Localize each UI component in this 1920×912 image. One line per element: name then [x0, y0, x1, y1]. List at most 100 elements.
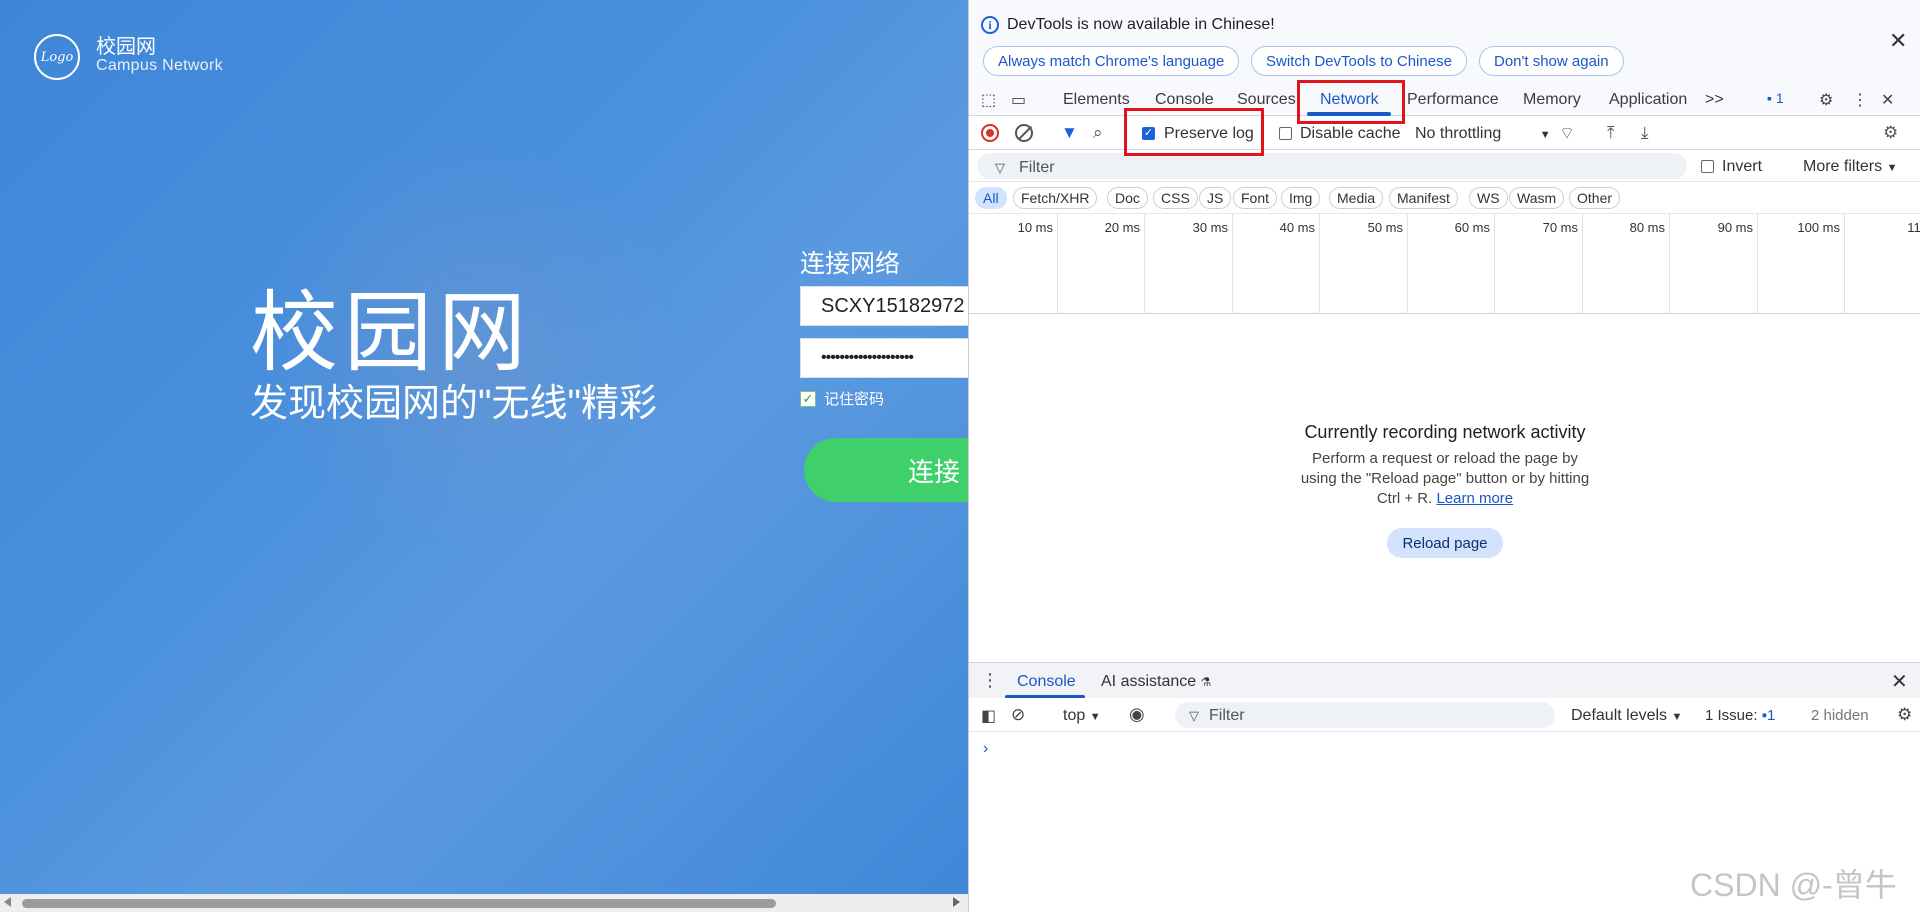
connect-button[interactable]: 连接: [804, 438, 968, 502]
console-prompt-icon[interactable]: ›: [983, 740, 988, 758]
device-toolbar-icon[interactable]: ▭: [1011, 90, 1026, 110]
dont-show-again-button[interactable]: Don't show again: [1479, 46, 1624, 76]
campus-login-page: Logo 校园网 Campus Network 校园网 发现校园网的"无线"精彩…: [0, 0, 968, 912]
type-wasm[interactable]: Wasm: [1509, 187, 1565, 209]
chevron-down-icon: ▼: [1886, 162, 1898, 174]
timeline-gridline: [1407, 214, 1408, 314]
watermark: CSDN @-曾牛: [1690, 867, 1897, 903]
type-other[interactable]: Other: [1569, 187, 1621, 209]
console-issues-count: 1: [1767, 707, 1776, 724]
close-devtools-icon[interactable]: ✕: [1881, 90, 1894, 110]
more-filters-dropdown[interactable]: More filters ▼: [1803, 158, 1897, 176]
clear-icon[interactable]: [1015, 124, 1033, 142]
scroll-right-icon[interactable]: [953, 897, 960, 907]
issues-badge[interactable]: ▪ 1: [1767, 90, 1784, 106]
annotation-box-network-tab: [1297, 80, 1405, 124]
empty-state-line-1: Perform a request or reload the page by: [1312, 450, 1578, 467]
network-settings-icon[interactable]: ⚙: [1883, 123, 1898, 143]
type-doc[interactable]: Doc: [1107, 187, 1148, 209]
console-filter-placeholder: Filter: [1209, 707, 1245, 724]
gear-icon[interactable]: ⚙: [1819, 90, 1833, 110]
network-toolbar: ▼ ⌕ ✓ Preserve log Disable cache No thro…: [969, 116, 1920, 150]
filter-funnel-icon[interactable]: ▼: [1061, 123, 1078, 143]
reload-page-button[interactable]: Reload page: [1387, 528, 1503, 558]
type-manifest[interactable]: Manifest: [1389, 187, 1458, 209]
scroll-left-icon[interactable]: [4, 897, 11, 907]
password-input[interactable]: ••••••••••••••••••••: [800, 338, 968, 378]
record-icon[interactable]: [981, 124, 999, 142]
tab-application[interactable]: Application: [1609, 91, 1687, 109]
scrollbar-thumb[interactable]: [22, 899, 776, 908]
timeline-tick-label: 40 ms: [1279, 220, 1315, 235]
tab-console[interactable]: Console: [1155, 91, 1214, 109]
chevron-down-icon: ▼: [1089, 711, 1101, 723]
filter-input[interactable]: ▽ Filter: [977, 153, 1687, 179]
more-options-icon[interactable]: ⋮: [1852, 90, 1868, 110]
network-timeline-overview[interactable]: 10 ms 20 ms 30 ms 40 ms 50 ms 60 ms 70 ms 80 ms…: [969, 214, 1920, 314]
timeline-tick-label: 30 ms: [1192, 220, 1228, 235]
language-infobar: i DevTools is now available in Chinese! …: [969, 0, 1920, 82]
console-filter-input[interactable]: ▽ Filter: [1175, 702, 1555, 728]
username-input[interactable]: SCXY15182972: [800, 286, 968, 326]
timeline-tick-label: 100 ms: [1797, 220, 1840, 235]
empty-state-line-2: using the "Reload page" button or by hit…: [1300, 470, 1590, 487]
timeline-tick-label: 50 ms: [1367, 220, 1403, 235]
console-settings-icon[interactable]: ⚙: [1897, 705, 1912, 725]
hero-subtitle: 发现校园网的"无线"精彩: [250, 383, 657, 425]
tab-performance[interactable]: Performance: [1407, 91, 1499, 109]
invert-checkbox[interactable]: [1701, 160, 1714, 173]
clear-console-icon[interactable]: ⊘: [1011, 705, 1025, 725]
type-font[interactable]: Font: [1233, 187, 1278, 209]
login-title: 连接网络: [800, 250, 901, 278]
remember-password-label: 记住密码: [824, 391, 885, 408]
screenshot-root: Logo 校园网 Campus Network 校园网 发现校园网的"无线"精彩…: [0, 0, 1920, 912]
inspect-element-icon[interactable]: ⬚: [981, 90, 996, 110]
search-icon[interactable]: ⌕: [1093, 123, 1103, 143]
learn-more-link[interactable]: Learn more: [1436, 490, 1513, 507]
sidebar-toggle-icon[interactable]: ◧: [981, 706, 996, 726]
timeline-tick-label: 10 ms: [1017, 220, 1053, 235]
timeline-gridline: [1144, 214, 1145, 314]
context-selector[interactable]: top ▼: [1063, 707, 1101, 725]
export-har-icon[interactable]: ⤓: [1641, 123, 1649, 143]
close-icon[interactable]: ✕: [1889, 28, 1907, 54]
network-conditions-icon[interactable]: ⌔: [1559, 123, 1575, 144]
throttling-select[interactable]: No throttling ▼: [1415, 125, 1551, 143]
timeline-gridline: [1057, 214, 1058, 314]
drawer-menu-icon[interactable]: ⋮: [981, 670, 999, 691]
log-levels-dropdown[interactable]: Default levels ▼: [1571, 707, 1682, 725]
drawer-tab-console[interactable]: Console: [1017, 673, 1076, 691]
issues-badge-count: 1: [1775, 90, 1784, 106]
filter-icon: ▽: [995, 160, 1005, 175]
type-img[interactable]: Img: [1281, 187, 1321, 209]
remember-password-checkbox[interactable]: ✓ 记住密码: [800, 388, 884, 409]
hero-title: 校园网: [250, 283, 533, 382]
context-value: top: [1063, 707, 1086, 724]
type-ws[interactable]: WS: [1469, 187, 1508, 209]
eye-icon[interactable]: ◉: [1129, 704, 1145, 725]
match-language-button[interactable]: Always match Chrome's language: [983, 46, 1240, 76]
console-toolbar: ◧ ⊘ top ▼ ◉ ▽ Filter Default levels ▼ 1 …: [969, 698, 1920, 732]
console-issues-button[interactable]: 1 Issue: ▪1: [1705, 707, 1775, 724]
tab-memory[interactable]: Memory: [1523, 91, 1581, 109]
disable-cache-checkbox[interactable]: [1279, 127, 1292, 140]
type-js[interactable]: JS: [1199, 187, 1232, 209]
drawer-tab-ai-assistance[interactable]: AI assistance ⚗: [1101, 673, 1211, 691]
type-css[interactable]: CSS: [1153, 187, 1198, 209]
tab-sources[interactable]: Sources: [1237, 91, 1296, 109]
switch-to-chinese-button[interactable]: Switch DevTools to Chinese: [1251, 46, 1467, 76]
resource-type-filter: All Fetch/XHR Doc CSS JS Font Img Media …: [969, 182, 1920, 214]
more-tabs-icon[interactable]: >>: [1705, 91, 1724, 109]
timeline-tick-label: 20 ms: [1104, 220, 1140, 235]
horizontal-scrollbar[interactable]: [0, 894, 968, 912]
type-fetch-xhr[interactable]: Fetch/XHR: [1013, 187, 1098, 209]
close-drawer-icon[interactable]: ✕: [1891, 669, 1908, 694]
type-media[interactable]: Media: [1329, 187, 1384, 209]
tab-elements[interactable]: Elements: [1063, 91, 1130, 109]
more-filters-label: More filters: [1803, 158, 1883, 175]
log-levels-label: Default levels: [1571, 707, 1668, 724]
filter-placeholder: Filter: [1019, 159, 1055, 176]
timeline-gridline: [1494, 214, 1495, 314]
type-all[interactable]: All: [975, 187, 1007, 209]
import-har-icon[interactable]: ⤒: [1607, 123, 1615, 143]
